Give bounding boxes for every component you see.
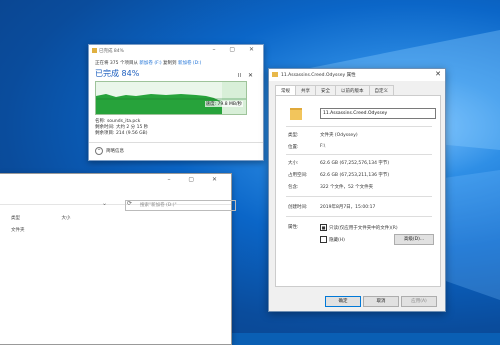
less-info-toggle[interactable]: ^ 简略信息 (95, 147, 124, 155)
percent-complete: 已完成 84% (95, 69, 140, 78)
destination-link[interactable]: 新加卷 (D:) (178, 61, 201, 66)
advanced-button[interactable]: 高级(D)... (394, 234, 434, 245)
divider (286, 196, 432, 197)
file-explorer-window: – ▢ ✕ ⌄ ⟳ 搜索"新加卷 (D:)" 类型 大小 文件夹 (0, 173, 236, 345)
disk-size-row: 占用空间: 62.6 GB (67,253,211,136 字节) (288, 172, 389, 178)
copy-summary-prefix: 正在将 375 个项目从 (95, 61, 138, 66)
copy-folder-icon (92, 48, 97, 53)
location-row: 位置: F:\ (288, 144, 325, 150)
location-value: F:\ (320, 144, 326, 149)
transfer-speed-graph: 速度: 79.8 MB/秒 (95, 81, 247, 115)
items-remaining: 剩余项目: 214 (9.56 GB) (95, 131, 148, 136)
readonly-checkbox[interactable]: ■ 只读(仅应用于文件夹中的文件)(R) (320, 224, 398, 231)
checkbox-indeterminate-icon: ■ (320, 224, 327, 231)
copy-divider (89, 142, 263, 143)
type-label: 类型: (288, 133, 299, 138)
dialog-buttons: 确定 取消 应用(A) (269, 296, 445, 307)
contains-label: 包含: (288, 185, 299, 190)
search-input[interactable]: 搜索"新加卷 (D:)" (125, 200, 236, 211)
apply-button[interactable]: 应用(A) (401, 296, 437, 307)
folder-name-field[interactable]: 11.Assassins.Creed.Odyssey (320, 108, 436, 119)
column-type[interactable]: 类型 (11, 216, 20, 221)
disk-size-label: 占用空间: (288, 173, 308, 178)
folder-properties-dialog: 11.Assassins.Creed.Odyssey 属性 ✕ 常规 共享 安全… (268, 68, 446, 312)
cancel-button[interactable]: 取消 (363, 296, 399, 307)
ok-button[interactable]: 确定 (325, 296, 361, 307)
divider (286, 216, 432, 217)
type-value: 文件夹 (Odyssey) (320, 133, 358, 138)
chevron-up-icon: ^ (95, 147, 103, 155)
contains-value: 322 个文件，52 个文件夹 (320, 185, 374, 190)
less-info-label: 简略信息 (106, 149, 124, 154)
contains-row: 包含: 322 个文件，52 个文件夹 (288, 184, 373, 190)
close-icon[interactable]: ✕ (435, 70, 441, 78)
large-folder-icon (290, 108, 302, 120)
type-row: 类型: 文件夹 (Odyssey) (288, 132, 358, 138)
copy-dialog-title: 已完成 84% (99, 49, 124, 54)
properties-title: 11.Assassins.Creed.Odyssey 属性 (281, 73, 356, 78)
divider (286, 126, 432, 127)
attributes-label: 属性: (288, 225, 299, 230)
general-panel: 11.Assassins.Creed.Odyssey 类型: 文件夹 (Odys… (275, 95, 441, 287)
cancel-copy-button[interactable]: ✕ (248, 72, 253, 79)
folder-icon (272, 72, 278, 77)
dropdown-icon[interactable]: ⌄ (102, 200, 107, 207)
copy-summary: 正在将 375 个项目从 新加卷 (F:) 复制到 新加卷 (D:) (95, 60, 257, 66)
hidden-checkbox[interactable]: 隐藏(H) (320, 236, 345, 243)
created-label: 创建时间: (288, 205, 308, 210)
copy-dialog-titlebar: 已完成 84% – ▢ ✕ (89, 45, 263, 60)
checkbox-icon (320, 236, 327, 243)
copy-details: 名称: sounds_ita.pck 剩余时间: 大约 2 分 15 秒 剩余项… (95, 119, 257, 137)
created-row: 创建时间: 2019年8月7日，15:00:17 (288, 204, 375, 210)
pause-button[interactable]: II (238, 73, 241, 79)
speed-graph-svg (96, 82, 246, 114)
speed-label: 速度: 79.8 MB/秒 (204, 101, 243, 107)
location-label: 位置: (288, 145, 299, 150)
list-item-type: 文件夹 (11, 228, 25, 233)
properties-titlebar: 11.Assassins.Creed.Odyssey 属性 ✕ (269, 69, 445, 81)
explorer-titlebar: – ▢ ✕ (0, 174, 231, 186)
copy-window-controls[interactable]: – ▢ ✕ (212, 46, 260, 53)
copy-summary-mid: 复制到 (163, 61, 177, 66)
column-headers: 类型 大小 (11, 215, 110, 221)
divider (286, 154, 432, 155)
explorer-window-controls[interactable]: – ▢ ✕ (167, 176, 225, 183)
created-value: 2019年8月7日，15:00:17 (320, 205, 376, 210)
column-size[interactable]: 大小 (61, 216, 70, 221)
readonly-label: 只读(仅应用于文件夹中的文件)(R) (329, 225, 398, 231)
source-link[interactable]: 新加卷 (F:) (139, 61, 161, 66)
size-value: 62.6 GB (67,252,576,134 字节) (320, 161, 390, 166)
disk-size-value: 62.6 GB (67,253,211,136 字节) (320, 173, 390, 178)
size-label: 大小: (288, 161, 299, 166)
size-row: 大小: 62.6 GB (67,252,576,134 字节) (288, 160, 389, 166)
copy-progress-dialog: 已完成 84% – ▢ ✕ 正在将 375 个项目从 新加卷 (F:) 复制到 … (88, 44, 264, 161)
hidden-label: 隐藏(H) (329, 237, 345, 243)
